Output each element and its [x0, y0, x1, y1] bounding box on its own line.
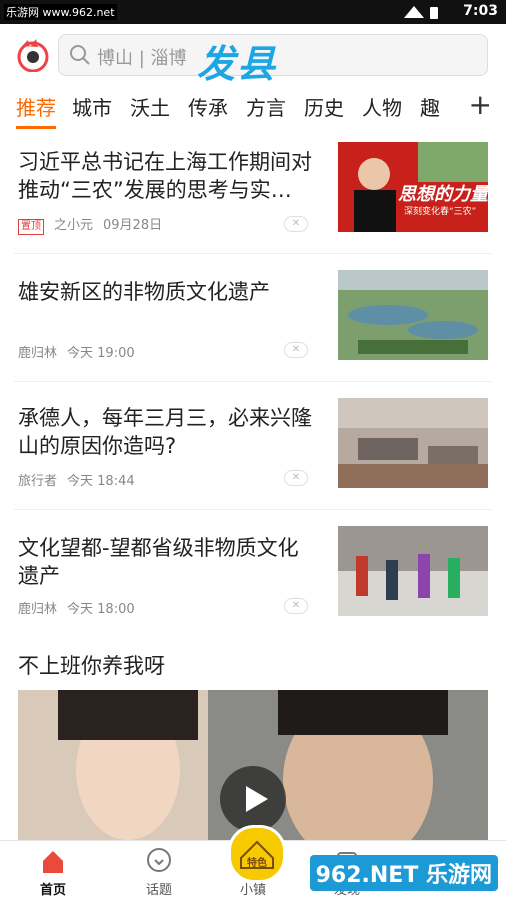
search-input[interactable]: 博山 | 淄博 发县 [58, 34, 488, 86]
status-bar: 乐游网 www.962.net 7:03 [0, 0, 506, 24]
tab-land[interactable]: 沃土 [130, 92, 170, 121]
item-meta: 旅行者 今天 18:44 [18, 470, 145, 489]
plus-icon[interactable]: + [469, 88, 492, 121]
dismiss-icon[interactable]: ✕ [284, 598, 308, 614]
town-badge-text: 特色 [247, 858, 267, 869]
nav-town-label: 小镇 [239, 883, 266, 898]
watermark: 962.NET 乐游网 [309, 855, 498, 891]
topic-icon [147, 848, 171, 872]
item-title: 雄安新区的非物质文化遗产 [18, 280, 270, 304]
item-thumbnail [338, 270, 488, 360]
bottom-nav: 首页 话题 特色 小镇 发现 962.NET 乐游网 [0, 825, 506, 901]
nav-home[interactable]: 首页 [18, 847, 88, 898]
category-tabs: 推荐 城市 沃土 传承 方言 历史 人物 趣 + [0, 86, 506, 129]
tab-heritage[interactable]: 传承 [188, 92, 228, 121]
tab-fun[interactable]: 趣 [420, 92, 440, 121]
nav-topic-label: 话题 [145, 883, 172, 898]
dismiss-icon[interactable]: ✕ [284, 470, 308, 486]
list-item[interactable]: 习近平总书记在上海工作期间对推动“三农”发展的思考与实… 置顶 之小元 09月28日… [0, 126, 506, 254]
item-title: 文化望都-望都省级非物质文化遗产 [18, 536, 299, 588]
item-thumbnail: 思想的力量 深刻变化春“三农” [338, 142, 488, 232]
nav-topic[interactable]: 话题 [124, 847, 194, 898]
pinned-badge: 置顶 [18, 219, 44, 235]
signal-wifi-battery-icons [404, 6, 438, 19]
item-source: 鹿归林 [18, 602, 58, 617]
status-time: 7:03 [463, 3, 498, 19]
item-source: 鹿归林 [18, 346, 58, 361]
tab-people[interactable]: 人物 [362, 92, 402, 121]
item-meta: 鹿归林 今天 19:00 [18, 342, 145, 361]
item-time: 今天 18:44 [67, 474, 135, 489]
video-title: 不上班你养我呀 [18, 654, 165, 678]
item-title: 习近平总书记在上海工作期间对推动“三农”发展的思考与实… [18, 150, 312, 202]
item-time: 今天 18:00 [67, 602, 135, 617]
dismiss-icon[interactable]: ✕ [284, 216, 308, 232]
item-time: 今天 19:00 [67, 346, 135, 361]
nav-home-label: 首页 [39, 883, 66, 898]
item-title: 承德人，每年三月三，必来兴隆山的原因你造吗? [18, 406, 312, 458]
list-item[interactable]: 承德人，每年三月三，必来兴隆山的原因你造吗? 旅行者 今天 18:44 ✕ [0, 382, 506, 510]
home-icon [43, 851, 63, 873]
status-source-text: 乐游网 www.962.net [4, 4, 117, 20]
tab-city[interactable]: 城市 [72, 92, 112, 121]
list-item[interactable]: 雄安新区的非物质文化遗产 鹿归林 今天 19:00 ✕ [0, 254, 506, 382]
nav-town[interactable]: 小镇 [218, 879, 288, 898]
item-time: 09月28日 [103, 218, 163, 233]
play-icon[interactable] [220, 766, 286, 832]
item-thumbnail [338, 398, 488, 488]
item-source: 之小元 [54, 218, 94, 233]
tab-recommend[interactable]: 推荐 [16, 92, 56, 129]
thumbnail-caption: 思想的力量 [398, 184, 488, 205]
list-item[interactable]: 文化望都-望都省级非物质文化遗产 鹿归林 今天 18:00 ✕ [0, 510, 506, 638]
app-logo-icon[interactable] [16, 38, 50, 72]
tab-dialect[interactable]: 方言 [246, 92, 286, 121]
search-placeholder: 博山 | 淄博 [97, 48, 187, 69]
item-thumbnail [338, 526, 488, 616]
item-meta: 鹿归林 今天 18:00 [18, 598, 145, 617]
item-meta: 置顶 之小元 09月28日 [18, 214, 172, 235]
video-player[interactable] [18, 690, 488, 840]
item-source: 旅行者 [18, 474, 58, 489]
search-overlay-text: 发县 [197, 42, 278, 86]
thumbnail-subcaption: 深刻变化春“三农” [404, 207, 477, 217]
tab-history[interactable]: 历史 [304, 92, 344, 121]
top-bar: 博山 | 淄博 发县 [0, 24, 506, 86]
search-icon [70, 45, 90, 65]
town-icon[interactable]: 特色 [228, 825, 286, 883]
dismiss-icon[interactable]: ✕ [284, 342, 308, 358]
